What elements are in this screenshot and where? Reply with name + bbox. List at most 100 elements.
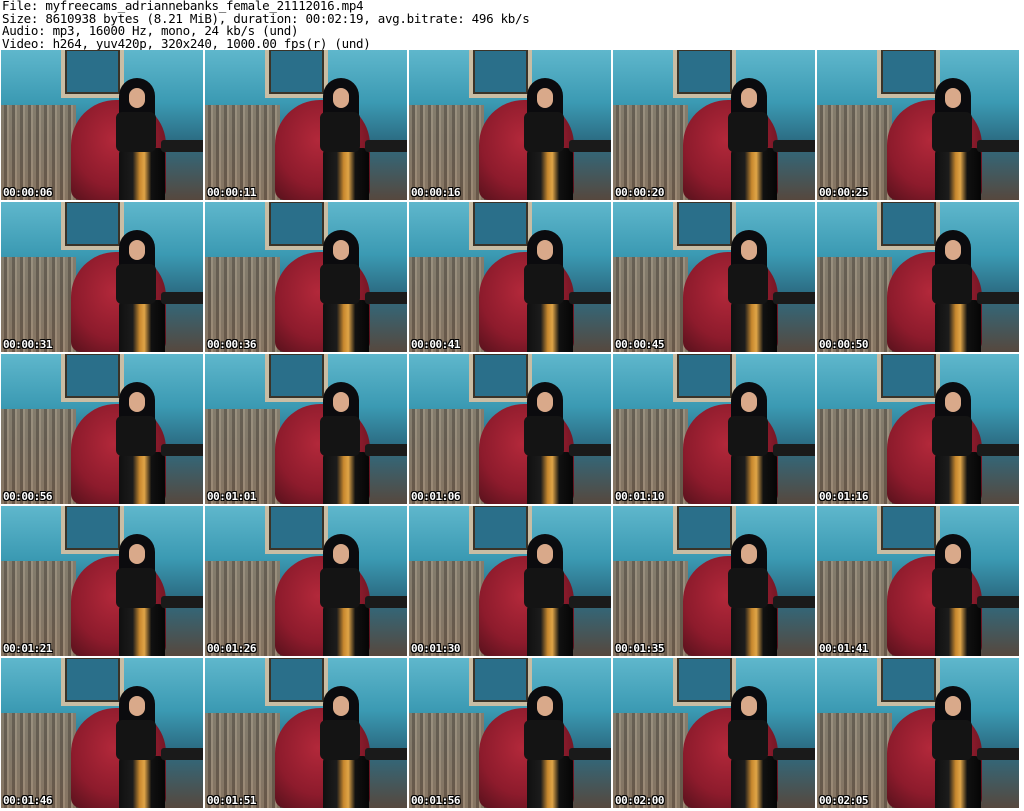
thumbnail-table: [161, 444, 203, 456]
thumbnail-figure-face: [741, 88, 757, 108]
thumbnail-timestamp: 00:01:26: [207, 642, 256, 655]
thumbnail-figure-legs: [527, 148, 573, 200]
thumbnail-table: [773, 444, 815, 456]
thumbnail-timestamp: 00:01:51: [207, 794, 256, 807]
thumbnail-figure-legs: [935, 148, 981, 200]
thumbnail-table: [773, 140, 815, 152]
thumbnail-figure-body: [932, 264, 972, 304]
thumbnail-frame: [469, 506, 532, 554]
thumbnail-timestamp: 00:01:10: [615, 490, 664, 503]
video-thumbnail: 00:01:21: [1, 506, 203, 656]
thumbnail-figure-body: [932, 720, 972, 760]
thumbnail-figure-face: [537, 392, 553, 412]
thumbnail-figure-body: [932, 112, 972, 152]
thumbnail-figure-legs: [119, 604, 165, 656]
thumbnail-table: [977, 292, 1019, 304]
thumbnail-table: [365, 292, 407, 304]
thumbnail-frame: [265, 354, 328, 402]
thumbnail-figure-body: [728, 112, 768, 152]
video-thumbnail: 00:00:36: [205, 202, 407, 352]
thumbnail-figure-legs: [119, 148, 165, 200]
thumbnail-figure-legs: [935, 604, 981, 656]
thumbnail-frame: [673, 354, 736, 402]
thumbnail-figure-face: [129, 240, 145, 260]
thumbnail-figure-body: [320, 264, 360, 304]
video-thumbnail: 00:00:11: [205, 50, 407, 200]
video-thumbnail: 00:00:50: [817, 202, 1019, 352]
thumbnail-timestamp: 00:00:56: [3, 490, 52, 503]
thumbnail-figure-legs: [119, 300, 165, 352]
video-thumbnail: 00:01:51: [205, 658, 407, 808]
thumbnail-figure-body: [728, 264, 768, 304]
thumbnail-figure-body: [320, 416, 360, 456]
thumbnail-table: [161, 292, 203, 304]
thumbnail-figure-face: [741, 392, 757, 412]
thumbnail-figure-face: [741, 696, 757, 716]
thumbnail-timestamp: 00:00:16: [411, 186, 460, 199]
thumbnail-figure-face: [945, 392, 961, 412]
thumbnail-timestamp: 00:00:31: [3, 338, 52, 351]
video-thumbnail: 00:01:10: [613, 354, 815, 504]
thumbnail-timestamp: 00:01:46: [3, 794, 52, 807]
thumbnail-table: [569, 596, 611, 608]
thumbnail-figure-face: [129, 88, 145, 108]
video-thumbnail: 00:00:20: [613, 50, 815, 200]
thumbnail-timestamp: 00:01:16: [819, 490, 868, 503]
thumbnail-table: [365, 444, 407, 456]
thumbnail-figure-legs: [119, 452, 165, 504]
thumbnail-figure-face: [945, 544, 961, 564]
thumbnail-figure-face: [537, 544, 553, 564]
thumbnail-figure-face: [129, 696, 145, 716]
video-thumbnail: 00:02:05: [817, 658, 1019, 808]
thumbnail-figure-legs: [935, 300, 981, 352]
thumbnail-frame: [265, 50, 328, 98]
thumbnail-frame: [469, 354, 532, 402]
video-thumbnail: 00:00:06: [1, 50, 203, 200]
video-thumbnail: 00:00:31: [1, 202, 203, 352]
video-thumbnail: 00:01:16: [817, 354, 1019, 504]
thumbnail-figure-body: [320, 112, 360, 152]
thumbnail-figure-body: [116, 112, 156, 152]
thumbnail-frame: [877, 506, 940, 554]
thumbnail-figure-legs: [527, 756, 573, 808]
video-thumbnail: 00:01:06: [409, 354, 611, 504]
thumbnail-table: [365, 748, 407, 760]
thumbnail-figure-body: [524, 416, 564, 456]
thumbnail-frame: [61, 506, 124, 554]
thumbnail-frame: [673, 658, 736, 706]
thumbnail-figure-face: [945, 240, 961, 260]
thumbnail-frame: [877, 202, 940, 250]
thumbnail-frame: [469, 50, 532, 98]
thumbnail-timestamp: 00:00:25: [819, 186, 868, 199]
thumbnail-timestamp: 00:00:06: [3, 186, 52, 199]
thumbnail-figure-face: [129, 392, 145, 412]
video-thumbnail: 00:01:56: [409, 658, 611, 808]
thumbnail-table: [365, 596, 407, 608]
thumbnail-timestamp: 00:00:36: [207, 338, 256, 351]
thumbnail-timestamp: 00:01:06: [411, 490, 460, 503]
thumbnail-table: [773, 596, 815, 608]
thumbnail-figure-face: [741, 240, 757, 260]
thumbnail-figure-body: [116, 720, 156, 760]
thumbnail-figure-face: [945, 88, 961, 108]
thumbnail-table: [569, 292, 611, 304]
thumbnail-figure-body: [116, 568, 156, 608]
thumbnail-timestamp: 00:01:56: [411, 794, 460, 807]
thumbnail-figure-body: [728, 416, 768, 456]
thumbnail-timestamp: 00:00:20: [615, 186, 664, 199]
thumbnail-figure-legs: [323, 148, 369, 200]
thumbnail-timestamp: 00:00:45: [615, 338, 664, 351]
video-thumbnail: 00:01:30: [409, 506, 611, 656]
thumbnail-frame: [61, 50, 124, 98]
thumbnail-figure-legs: [119, 756, 165, 808]
thumbnail-timestamp: 00:01:21: [3, 642, 52, 655]
thumbnail-figure-body: [524, 112, 564, 152]
thumbnail-frame: [469, 202, 532, 250]
video-thumbnail: 00:00:56: [1, 354, 203, 504]
thumbnail-frame: [673, 202, 736, 250]
thumbnail-table: [161, 140, 203, 152]
thumbnail-figure-face: [333, 240, 349, 260]
thumbnail-timestamp: 00:02:00: [615, 794, 664, 807]
thumbnail-figure-legs: [527, 452, 573, 504]
video-thumbnail: 00:01:01: [205, 354, 407, 504]
